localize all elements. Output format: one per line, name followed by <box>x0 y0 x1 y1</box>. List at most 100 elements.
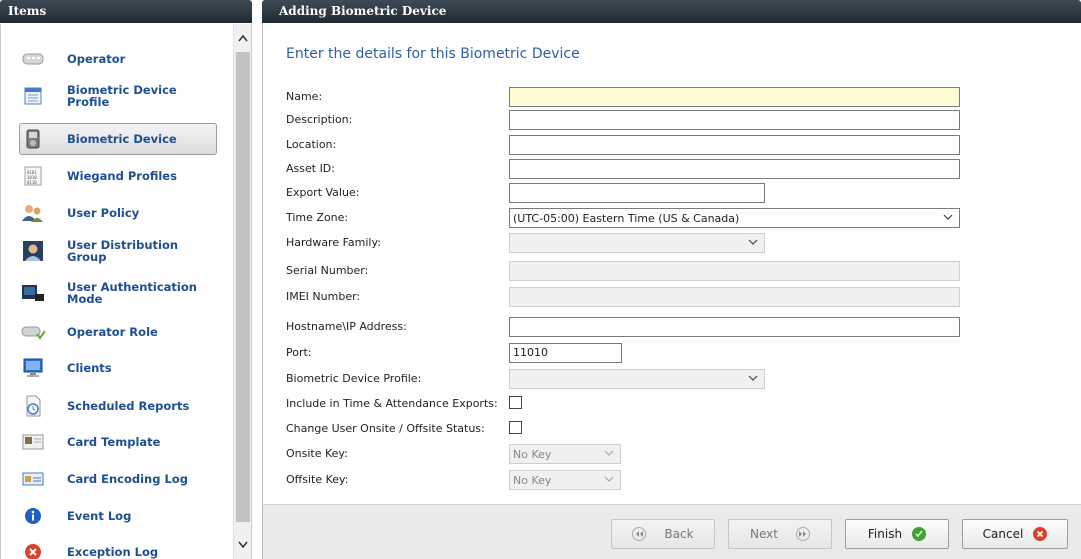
fast-forward-icon <box>795 527 810 541</box>
location-label: Location: <box>286 138 337 151</box>
items-list: Operator Biometric Device Profile Biomet… <box>0 24 233 559</box>
export-value-input[interactable] <box>509 183 765 203</box>
check-icon <box>912 527 927 541</box>
export-value-label: Export Value: <box>286 186 360 199</box>
device-profile-icon <box>21 86 45 106</box>
chevron-down-icon <box>748 236 758 249</box>
serial-number-input <box>509 261 960 281</box>
device-form: Enter the details for this Biometric Dev… <box>262 23 1081 504</box>
hostname-row: Hostname\IP Address: <box>286 317 1076 339</box>
user-policy-icon <box>21 203 45 223</box>
cancel-button[interactable]: Cancel <box>962 519 1068 549</box>
biometric-device-icon <box>21 129 45 149</box>
sidebar-item-exception-log[interactable]: Exception Log <box>19 536 217 559</box>
scroll-down-icon[interactable] <box>234 539 252 555</box>
sidebar-item-user-authentication-mode[interactable]: User Authentication Mode <box>19 277 217 309</box>
cancel-button-label: Cancel <box>982 527 1024 541</box>
hardware-family-select[interactable] <box>509 233 765 253</box>
imei-number-label: IMEI Number: <box>286 290 361 303</box>
sidebar-item-label: Exception Log <box>67 545 159 559</box>
items-panel: Items Operator Biometric Device Profile … <box>0 0 252 559</box>
include-exports-checkbox[interactable] <box>509 396 522 409</box>
port-input[interactable]: 11010 <box>509 343 622 363</box>
clients-icon <box>21 358 45 378</box>
hostname-input[interactable] <box>509 317 960 337</box>
serial-number-row: Serial Number: <box>286 261 1076 283</box>
chevron-down-icon <box>748 372 758 385</box>
offsite-key-row: Offsite Key: No Key <box>286 470 1076 492</box>
offsite-key-value: No Key <box>513 473 552 487</box>
location-input[interactable] <box>509 135 960 155</box>
chevron-down-icon <box>943 211 953 224</box>
time-zone-row: Time Zone: (UTC-05:00) Eastern Time (US … <box>286 208 1076 230</box>
hardware-family-label: Hardware Family: <box>286 236 381 249</box>
form-heading: Enter the details for this Biometric Dev… <box>286 46 580 62</box>
close-icon <box>1033 527 1048 541</box>
offsite-key-label: Offsite Key: <box>286 473 349 486</box>
description-input[interactable] <box>509 110 960 130</box>
change-status-label: Change User Onsite / Offsite Status: <box>286 422 485 435</box>
asset-id-row: Asset ID: <box>286 159 1076 181</box>
wizard-footer: Back Next Finish Cancel <box>262 504 1081 559</box>
location-row: Location: <box>286 135 1076 157</box>
operator-icon <box>21 49 45 69</box>
asset-id-input[interactable] <box>509 159 960 179</box>
name-row: Name: <box>286 87 1076 109</box>
scroll-up-icon[interactable] <box>234 32 252 48</box>
time-zone-label: Time Zone: <box>286 211 349 224</box>
sidebar-item-user-policy[interactable]: User Policy <box>19 197 217 229</box>
name-label: Name: <box>286 90 323 103</box>
sidebar-item-card-template[interactable]: Card Template <box>19 426 217 458</box>
serial-number-label: Serial Number: <box>286 264 369 277</box>
sidebar-item-label: Clients <box>67 361 112 375</box>
sidebar-item-label: Operator Role <box>67 325 158 339</box>
items-scrollbar[interactable] <box>233 24 252 559</box>
sidebar-item-operator-role[interactable]: Operator Role <box>19 316 217 348</box>
onsite-key-select[interactable]: No Key <box>509 444 621 464</box>
next-button[interactable]: Next <box>728 519 832 549</box>
event-log-icon <box>21 506 45 526</box>
change-status-checkbox[interactable] <box>509 421 522 434</box>
sidebar-item-user-distribution-group[interactable]: User Distribution Group <box>19 235 217 267</box>
imei-number-input <box>509 287 960 307</box>
back-button-label: Back <box>664 527 694 541</box>
sidebar-item-wiegand-profiles[interactable]: 0101 1010 0110 Wiegand Profiles <box>19 160 217 192</box>
rewind-icon <box>632 527 647 541</box>
onsite-key-row: Onsite Key: No Key <box>286 444 1076 466</box>
sidebar-item-card-encoding-log[interactable]: Card Encoding Log <box>19 463 217 495</box>
sidebar-item-label: Biometric Device <box>67 132 177 146</box>
sidebar-item-clients[interactable]: Clients <box>19 352 217 384</box>
sidebar-item-operator[interactable]: Operator <box>19 43 217 75</box>
device-profile-select[interactable] <box>509 369 765 389</box>
export-value-row: Export Value: <box>286 183 1076 205</box>
finish-button[interactable]: Finish <box>845 519 949 549</box>
scrollbar-thumb[interactable] <box>236 52 250 522</box>
sidebar-item-scheduled-reports[interactable]: Scheduled Reports <box>19 390 217 422</box>
exception-log-icon <box>21 542 45 559</box>
scheduled-reports-icon <box>21 395 45 417</box>
operator-role-icon <box>21 322 45 342</box>
authentication-mode-icon <box>21 283 45 303</box>
sidebar-item-label: Scheduled Reports <box>67 399 190 413</box>
include-exports-row: Include in Time & Attendance Exports: <box>286 394 1076 416</box>
sidebar-item-label: Card Template <box>67 435 161 449</box>
time-zone-select[interactable]: (UTC-05:00) Eastern Time (US & Canada) <box>509 208 960 228</box>
onsite-key-label: Onsite Key: <box>286 447 348 460</box>
offsite-key-select[interactable]: No Key <box>509 470 621 490</box>
sidebar-item-label: Wiegand Profiles <box>67 169 177 183</box>
sidebar-item-biometric-device[interactable]: Biometric Device <box>19 123 217 155</box>
sidebar-item-label: User Policy <box>67 206 140 220</box>
dialog-title: Adding Biometric Device <box>262 0 1081 23</box>
device-profile-row: Biometric Device Profile: <box>286 369 1076 391</box>
card-encoding-icon <box>21 469 45 489</box>
name-input[interactable] <box>509 87 960 107</box>
hostname-label: Hostname\IP Address: <box>286 320 407 333</box>
sidebar-item-biometric-device-profile[interactable]: Biometric Device Profile <box>19 80 217 112</box>
details-panel: Adding Biometric Device Enter the detail… <box>262 0 1081 559</box>
card-template-icon <box>21 432 45 452</box>
time-zone-value: (UTC-05:00) Eastern Time (US & Canada) <box>513 211 740 225</box>
svg-text:0110: 0110 <box>27 180 37 185</box>
description-row: Description: <box>286 110 1076 132</box>
back-button[interactable]: Back <box>611 519 715 549</box>
sidebar-item-event-log[interactable]: Event Log <box>19 500 217 532</box>
